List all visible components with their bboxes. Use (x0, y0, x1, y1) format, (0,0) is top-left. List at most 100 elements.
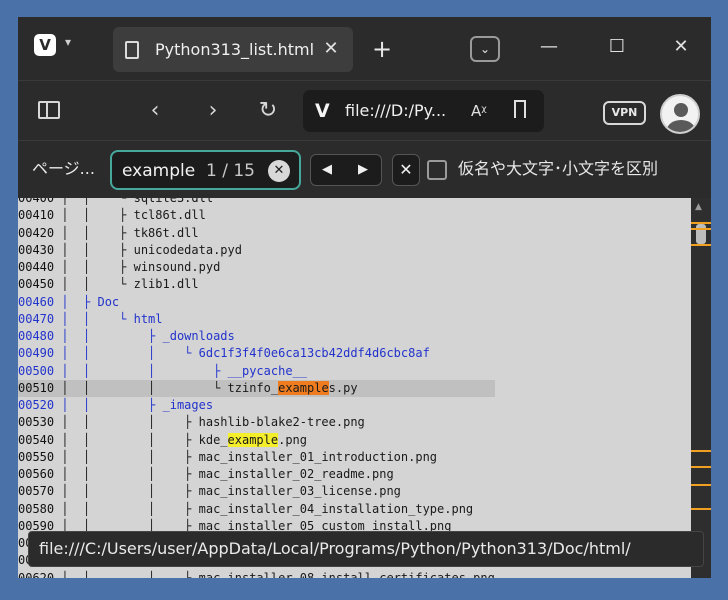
scroll-up-icon[interactable]: ▲ (695, 202, 702, 212)
line-number: 00410 (18, 208, 55, 223)
line-text: │ │ ├ tk86t.dll (54, 225, 199, 240)
vpn-button[interactable]: VPN (603, 101, 646, 125)
line-text: │ │ ├ _images (54, 398, 214, 412)
listing-line: 00440 │ │ ├ winsound.pyd (18, 259, 495, 276)
find-previous-button[interactable]: ◀ (317, 160, 337, 180)
line-number: 00550 (18, 449, 55, 464)
page-content: 00400 │ │ └ sqlite3.dll 00410 │ │ ├ tcl86… (18, 198, 691, 578)
match-marker (691, 228, 711, 230)
listing-line: 00410 │ │ ├ tcl86t.dll (18, 207, 495, 224)
listing-line: 00520 │ │ ├ _images (18, 397, 495, 414)
find-input[interactable]: example 1 / 15 ✕ (110, 150, 301, 190)
tab-active[interactable]: Python313_list.html ✕ (113, 27, 353, 72)
translate-icon[interactable]: Aᵡ (471, 99, 487, 123)
line-number: 00580 (18, 501, 55, 516)
navigation-bar: ‹ › ↻ V file:///D:/Py... Aᵡ VPN (18, 80, 711, 140)
listing-line: 00400 │ │ └ sqlite3.dll (18, 198, 495, 207)
find-count: 1 / 15 (206, 161, 255, 181)
find-label: ページ... (32, 159, 95, 178)
listing-line: 00460 │ ├ Doc (18, 294, 495, 311)
profile-avatar[interactable] (660, 94, 700, 134)
match-marker (691, 222, 711, 224)
site-identity-icon[interactable]: V (315, 98, 330, 124)
match-case-checkbox[interactable] (427, 160, 447, 180)
listing-line: 00480 │ │ ├ _downloads (18, 328, 495, 345)
line-number: 00440 (18, 260, 55, 274)
listing-line: 00430 │ │ ├ unicodedata.pyd (18, 242, 495, 259)
line-text: │ │ │ ├ kde_ (54, 432, 228, 447)
forward-button[interactable]: › (198, 96, 228, 126)
match-marker (691, 244, 711, 246)
back-button[interactable]: ‹ (140, 96, 170, 126)
line-text: │ │ └ zlib1.dll (54, 277, 199, 292)
line-number: 00470 (18, 311, 55, 326)
line-text: │ │ ├ unicodedata.pyd (54, 242, 242, 257)
listing-line: 00580 │ │ │ ├ mac_installer_04_installat… (18, 501, 495, 518)
find-navigation: ◀ ▶ (310, 154, 382, 186)
line-text: │ │ ├ tcl86t.dll (54, 208, 206, 223)
browser-window: V ▾ Python313_list.html ✕ + ⌄ — ☐ ✕ ‹ › … (18, 17, 711, 578)
line-text: │ │ │ ├ mac_installer_08_install_certifi… (54, 570, 495, 579)
line-number: 00510 (18, 380, 55, 395)
listing-line: 00540 │ │ │ ├ kde_example.png (18, 432, 495, 449)
match-marker (691, 466, 711, 468)
listing-line: 00550 │ │ │ ├ mac_installer_01_introduct… (18, 449, 495, 466)
url-text[interactable]: file:///D:/Py... (345, 98, 463, 124)
line-number: 00490 (18, 346, 55, 361)
minimize-button[interactable]: — (534, 35, 564, 59)
line-text: │ │ │ ├ mac_installer_03_license.png (54, 484, 401, 499)
panel-toggle-icon[interactable] (38, 101, 60, 119)
line-text: │ │ │ └ tzinfo_ (54, 380, 279, 395)
listing-line: 00510 │ │ │ └ tzinfo_examples.py (18, 379, 495, 397)
line-number: 00420 (18, 225, 55, 240)
close-window-button[interactable]: ✕ (666, 35, 696, 59)
tab-title: Python313_list.html (155, 40, 315, 59)
listing-line: 00420 │ │ ├ tk86t.dll (18, 225, 495, 242)
line-number: 00620 (18, 570, 55, 579)
line-text: │ │ ├ winsound.pyd (54, 260, 221, 274)
new-tab-button[interactable]: + (372, 37, 392, 61)
address-bar[interactable]: V file:///D:/Py... Aᵡ (303, 90, 544, 132)
tab-menu-button[interactable]: ⌄ (470, 36, 500, 62)
find-close-button[interactable]: ✕ (392, 154, 420, 186)
line-number: 00570 (18, 484, 55, 499)
match-case-label: 仮名や大文字･小文字を区別 (458, 159, 659, 178)
vivaldi-logo-icon[interactable]: V (34, 34, 56, 56)
bookmark-icon[interactable] (514, 100, 526, 118)
line-text: │ │ └ html (54, 311, 163, 326)
listing-line: 00530 │ │ │ ├ hashlib-blake2-tree.png (18, 414, 495, 431)
line-number: 00520 (18, 398, 55, 412)
chevron-down-icon[interactable]: ▾ (65, 35, 71, 49)
vivaldi-logo-glyph: V (39, 36, 51, 54)
line-text-suffix: s.py (328, 380, 358, 395)
listing-line: 00500 │ │ │ ├ __pycache__ (18, 363, 495, 380)
match-marker (691, 450, 711, 452)
line-number: 00430 (18, 242, 55, 257)
line-text: │ │ │ ├ mac_installer_02_readme.png (54, 467, 394, 481)
line-text: │ │ │ ├ mac_installer_04_installation_ty… (54, 501, 474, 516)
clear-search-icon[interactable]: ✕ (268, 160, 290, 182)
listing-line: 00620 │ │ │ ├ mac_installer_08_install_c… (18, 570, 495, 579)
listing-line: 00450 │ │ └ zlib1.dll (18, 276, 495, 293)
find-next-button[interactable]: ▶ (353, 160, 373, 180)
tab-strip: V ▾ Python313_list.html ✕ + ⌄ — ☐ ✕ (18, 17, 711, 80)
tab-close-button[interactable]: ✕ (319, 37, 343, 61)
find-query[interactable]: example (122, 160, 195, 182)
line-text: │ │ │ ├ __pycache__ (54, 363, 307, 378)
line-number: 00500 (18, 363, 55, 378)
match-marker (691, 484, 711, 486)
reload-button[interactable]: ↻ (253, 96, 283, 126)
line-number: 00460 (18, 294, 55, 309)
line-number: 00450 (18, 277, 55, 292)
listing-line: 00490 │ │ │ └ 6dc1f3f4f0e6ca13cb42ddf4d6… (18, 345, 495, 362)
vertical-scrollbar[interactable]: ▲ (691, 198, 711, 578)
line-text: │ │ │ ├ mac_installer_01_introduction.pn… (54, 449, 438, 464)
document-icon (125, 41, 139, 59)
scrollbar-thumb[interactable] (696, 224, 706, 244)
line-text: │ ├ Doc (54, 294, 120, 309)
maximize-button[interactable]: ☐ (602, 35, 632, 59)
search-match: example (278, 380, 329, 395)
line-text-suffix: .png (278, 432, 307, 447)
listing-line: 00570 │ │ │ ├ mac_installer_03_license.p… (18, 483, 495, 500)
file-listing: 00400 │ │ └ sqlite3.dll 00410 │ │ ├ tcl86… (18, 198, 495, 578)
